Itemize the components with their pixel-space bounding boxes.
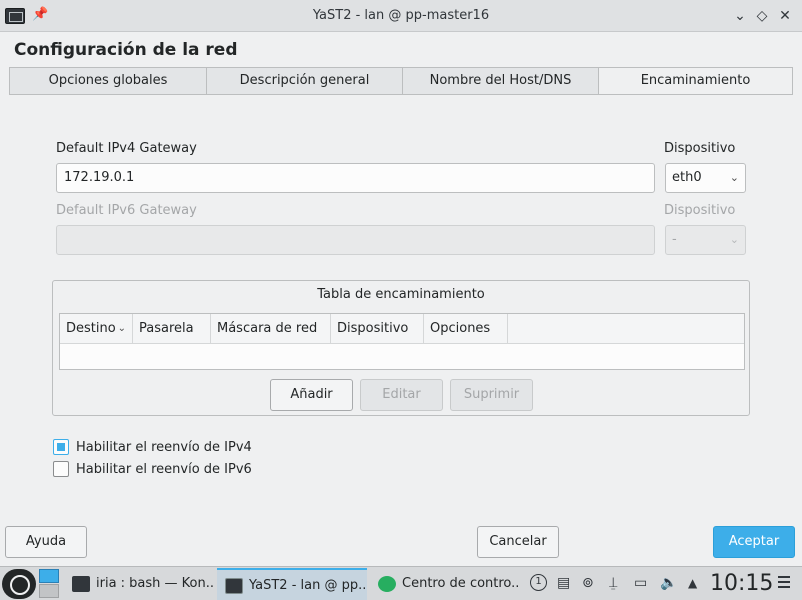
- virtual-desktop-pager[interactable]: [39, 569, 61, 599]
- ipv6-device-select[interactable]: - ⌄: [665, 225, 746, 255]
- tab-encaminamiento[interactable]: Encaminamiento: [598, 67, 793, 95]
- close-button[interactable]: ✕: [775, 6, 795, 26]
- column-header-label: Destino: [66, 321, 116, 336]
- tab-nombre-host-dns[interactable]: Nombre del Host/DNS: [402, 67, 598, 95]
- routing-table-title: Tabla de encaminamiento: [317, 287, 485, 302]
- chevron-down-icon: ⌄: [729, 171, 739, 184]
- task-label: iria : bash — Kon...: [96, 576, 214, 591]
- delete-route-button[interactable]: Suprimir: [450, 379, 533, 411]
- checkbox-unchecked-icon: [53, 461, 69, 477]
- updates-icon[interactable]: ⊚: [582, 575, 594, 591]
- usb-device-icon[interactable]: ⍊: [609, 575, 617, 591]
- network-icon[interactable]: ▭: [634, 575, 647, 591]
- tab-descripcion-general[interactable]: Descripción general: [206, 67, 402, 95]
- ipv4-gateway-label: Default IPv4 Gateway: [56, 141, 197, 156]
- maximize-button[interactable]: ◇: [752, 6, 772, 26]
- task-label: YaST2 - lan @ pp...: [249, 578, 367, 593]
- clock[interactable]: 10:15: [710, 569, 773, 599]
- column-header-opciones[interactable]: Opciones: [424, 314, 508, 343]
- page-title: Configuración de la red: [14, 40, 238, 60]
- ipv4-forwarding-label: Habilitar el reenvío de IPv4: [76, 439, 252, 455]
- chevron-down-icon: ⌄: [729, 233, 739, 246]
- sort-chevron-icon: ⌄: [117, 323, 126, 334]
- window-title: YaST2 - lan @ pp-master16: [312, 8, 490, 23]
- terminal-icon: [72, 576, 90, 592]
- yast-icon: [225, 578, 243, 594]
- column-header-mascara[interactable]: Máscara de red: [211, 314, 331, 343]
- column-header-dispositivo[interactable]: Dispositivo: [331, 314, 424, 343]
- desktop-1[interactable]: [39, 569, 59, 583]
- window-titlebar: 📌 YaST2 - lan @ pp-master16 ⌄ ◇ ✕: [0, 0, 802, 32]
- task-label: Centro de contro...: [402, 576, 520, 591]
- ipv4-device-label: Dispositivo: [664, 141, 736, 156]
- ipv4-gateway-input[interactable]: 172.19.0.1: [56, 163, 655, 193]
- application-launcher-icon[interactable]: [2, 569, 36, 599]
- tab-bar: Opciones globales Descripción general No…: [9, 67, 793, 95]
- volume-icon[interactable]: 🔈: [660, 575, 677, 591]
- ipv4-device-value: eth0: [672, 170, 702, 185]
- help-button[interactable]: Ayuda: [5, 526, 87, 558]
- task-control-center[interactable]: Centro de contro...: [370, 568, 520, 600]
- control-center-icon: [378, 576, 396, 592]
- routing-table[interactable]: Destino ⌄ Pasarela Máscara de red Dispos…: [59, 313, 745, 370]
- panel-menu-icon[interactable]: [778, 576, 790, 590]
- task-yast[interactable]: YaST2 - lan @ pp...: [217, 568, 367, 600]
- add-route-button[interactable]: Añadir: [270, 379, 353, 411]
- task-konsole[interactable]: iria : bash — Kon...: [64, 568, 214, 600]
- edit-route-button[interactable]: Editar: [360, 379, 443, 411]
- tab-opciones-globales[interactable]: Opciones globales: [9, 67, 206, 95]
- minimize-button[interactable]: ⌄: [730, 6, 750, 26]
- ipv6-device-label: Dispositivo: [664, 203, 736, 218]
- notifications-icon[interactable]: 1: [530, 574, 547, 591]
- column-header-pasarela[interactable]: Pasarela: [133, 314, 211, 343]
- ipv4-device-select[interactable]: eth0 ⌄: [665, 163, 746, 193]
- ipv6-gateway-label: Default IPv6 Gateway: [56, 203, 197, 218]
- desktop-2[interactable]: [39, 584, 59, 598]
- ipv6-forwarding-label: Habilitar el reenvío de IPv6: [76, 461, 252, 477]
- clipboard-icon[interactable]: ▤: [557, 575, 570, 591]
- taskbar: iria : bash — Kon... YaST2 - lan @ pp...…: [0, 566, 802, 600]
- routing-table-header: Destino ⌄ Pasarela Máscara de red Dispos…: [60, 314, 744, 344]
- routing-table-group: Tabla de encaminamiento Destino ⌄ Pasare…: [52, 280, 750, 416]
- ipv6-forwarding-checkbox[interactable]: Habilitar el reenvío de IPv6: [53, 461, 252, 477]
- accept-button[interactable]: Aceptar: [713, 526, 795, 558]
- checkbox-checked-icon: [53, 439, 69, 455]
- ipv6-device-value: -: [672, 232, 677, 247]
- ipv6-gateway-input[interactable]: [56, 225, 655, 255]
- column-header-destino[interactable]: Destino ⌄: [60, 314, 133, 343]
- cancel-button[interactable]: Cancelar: [477, 526, 559, 558]
- show-hidden-icons-arrow-icon[interactable]: ▲: [688, 576, 697, 590]
- ipv4-forwarding-checkbox[interactable]: Habilitar el reenvío de IPv4: [53, 439, 252, 455]
